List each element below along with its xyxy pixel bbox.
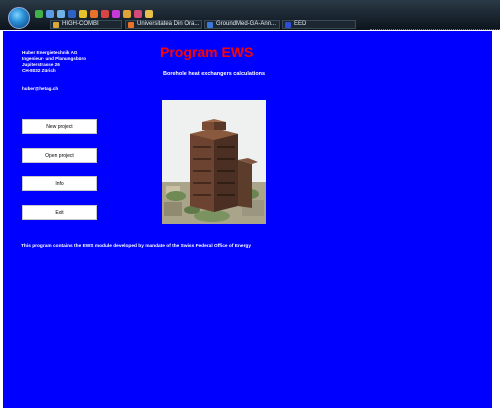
app-icon: [285, 21, 291, 28]
skype-icon[interactable]: [134, 10, 142, 18]
folder-icon: [53, 21, 59, 28]
explorer-icon[interactable]: [57, 10, 65, 18]
taskbar-button-eed[interactable]: EED: [282, 20, 356, 29]
show-desktop-icon[interactable]: [35, 10, 43, 18]
exit-button[interactable]: Exit: [22, 205, 97, 220]
firefox-icon: [128, 21, 134, 28]
open-project-button[interactable]: Open project: [22, 148, 97, 163]
building-photo: [162, 100, 266, 224]
page-title: Program EWS: [160, 44, 254, 60]
misc-quicklaunch-icon[interactable]: [145, 10, 153, 18]
info-button[interactable]: Info: [22, 176, 97, 191]
taskbar-button-browser[interactable]: Universitatea Din Ora...: [125, 20, 202, 29]
app-window: Huber Energietechnik AG Ingenieur- und P…: [3, 31, 492, 408]
building-image: [162, 100, 266, 224]
taskbar: HIGH-COMBI Universitatea Din Ora... Grou…: [0, 0, 500, 30]
media-icon[interactable]: [112, 10, 120, 18]
start-button-icon[interactable]: [8, 7, 30, 29]
company-email: huber@hetag.ch: [22, 86, 59, 91]
taskbar-button-label: Universitatea Din Ora...: [137, 21, 200, 27]
dotted-divider: [370, 29, 500, 30]
firefox-quicklaunch-icon[interactable]: [90, 10, 98, 18]
page-subtitle: Borehole heat exchangers calculations: [163, 71, 266, 77]
document-icon: [207, 21, 213, 28]
chrome-icon[interactable]: [101, 10, 109, 18]
internet-explorer-icon[interactable]: [46, 10, 54, 18]
company-city: CH-8032 Zürich: [22, 68, 56, 73]
paint-icon[interactable]: [79, 10, 87, 18]
messenger-icon[interactable]: [123, 10, 131, 18]
new-project-button[interactable]: New project: [22, 119, 97, 134]
word-icon[interactable]: [68, 10, 76, 18]
taskbar-button-label: GroundMed-GA-Ann...: [216, 21, 277, 27]
taskbar-button-label: HIGH-COMBI: [62, 21, 99, 27]
taskbar-button-groundmed[interactable]: GroundMed-GA-Ann...: [204, 20, 280, 29]
footer-note: This program contains the EWS module dev…: [21, 244, 252, 249]
taskbar-button-label: EED: [294, 21, 307, 27]
taskbar-button-high-combi[interactable]: HIGH-COMBI: [50, 20, 122, 29]
company-address: Huber Energietechnik AG Ingenieur- und P…: [22, 50, 86, 74]
